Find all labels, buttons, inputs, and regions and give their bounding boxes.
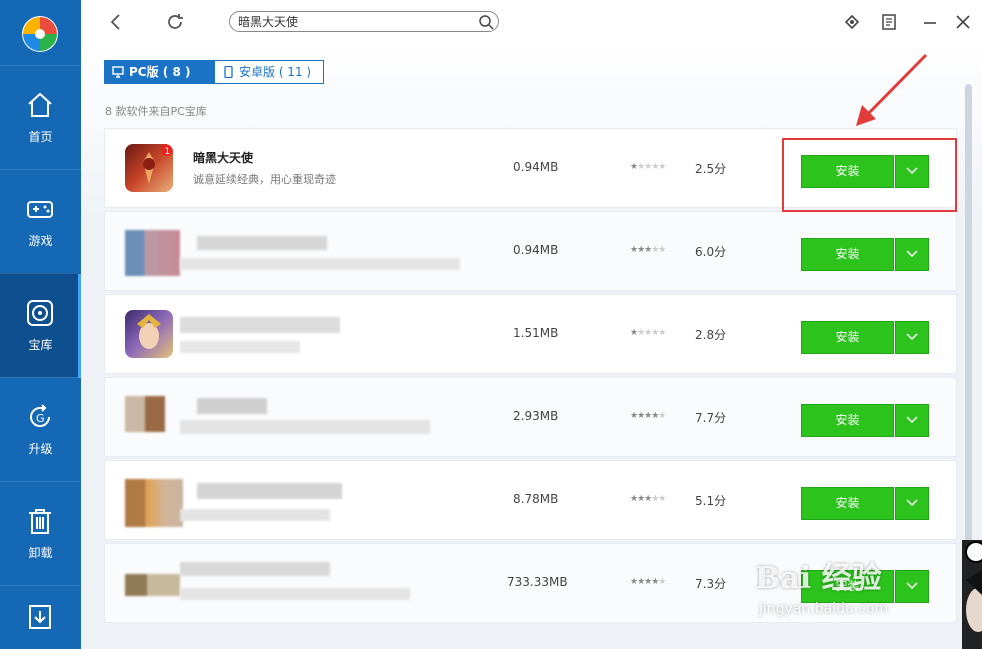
app-name[interactable] <box>197 236 327 250</box>
app-description <box>180 588 410 600</box>
app-name[interactable] <box>197 483 342 499</box>
app-size: 2.93MB <box>513 409 559 423</box>
install-button[interactable]: 安装 <box>801 321 894 354</box>
app-logo[interactable] <box>20 14 60 54</box>
sidebar-item-label: 升级 <box>28 442 53 456</box>
app-size: 8.78MB <box>513 492 559 506</box>
app-row[interactable]: 8.78MB ★★★★★ 5.1分 安装 <box>104 460 957 540</box>
chevron-down-icon <box>906 333 918 341</box>
sidebar-item-uninstall[interactable]: 卸载 <box>0 481 81 585</box>
rating-stars: ★★★★★ <box>630 577 666 587</box>
trash-icon <box>29 509 51 534</box>
disc-icon <box>27 300 53 326</box>
install-options-button[interactable] <box>895 321 929 354</box>
chevron-down-icon <box>906 416 918 424</box>
install-button[interactable]: 安装 <box>801 238 894 271</box>
app-name[interactable] <box>197 398 267 414</box>
upgrade-icon: G <box>30 404 50 427</box>
rating-stars: ★★★★★ <box>630 494 666 504</box>
rating-stars: ★★★★★ <box>630 162 666 172</box>
sidebar-item-label: 卸载 <box>28 546 53 560</box>
watermark-url: jingyan.baidu.com <box>759 601 889 617</box>
app-description <box>180 420 430 434</box>
app-size: 0.94MB <box>513 160 559 174</box>
app-icon[interactable] <box>125 230 180 276</box>
app-size: 1.51MB <box>513 326 559 340</box>
sidebar-item-upgrade[interactable]: G 升级 <box>0 377 81 481</box>
home-icon <box>28 92 52 117</box>
app-score: 5.1分 <box>695 494 727 508</box>
install-options-button[interactable] <box>895 238 929 271</box>
app-score: 2.5分 <box>695 162 727 176</box>
app-icon[interactable] <box>125 310 173 358</box>
install-options-button[interactable] <box>895 487 929 520</box>
app-name[interactable]: 暗黑大天使 <box>193 149 253 166</box>
app-row[interactable]: 0.94MB ★★★★★ 6.0分 安装 <box>104 211 957 291</box>
avatar <box>962 540 982 649</box>
top-bar <box>81 0 982 44</box>
app-size: 733.33MB <box>507 575 568 589</box>
install-options-button[interactable] <box>895 404 929 437</box>
app-row[interactable]: 1.51MB ★★★★★ 2.8分 安装 <box>104 294 957 374</box>
install-button[interactable]: 安装 <box>801 404 894 437</box>
app-icon[interactable]: 1 <box>125 144 173 192</box>
hero-icon <box>137 314 161 349</box>
app-icon[interactable] <box>125 574 180 596</box>
sidebar-item-treasury[interactable]: 宝库 <box>0 273 81 378</box>
sidebar-item-label: 宝库 <box>28 338 53 352</box>
gamepad-icon <box>27 201 53 218</box>
search-input[interactable] <box>238 14 473 29</box>
app-size: 0.94MB <box>513 243 559 257</box>
refresh-icon[interactable] <box>164 11 186 33</box>
chevron-down-icon <box>906 250 918 258</box>
app-description: 诚意延续经典，用心重现奇迹 <box>193 173 336 186</box>
app-description <box>180 509 330 521</box>
sidebar-item-label: 首页 <box>28 130 53 144</box>
monitor-icon <box>112 66 124 78</box>
app-icon[interactable] <box>125 396 165 432</box>
back-icon[interactable] <box>105 11 127 33</box>
watermark-brand: Bai 经验 <box>755 561 882 596</box>
close-icon[interactable] <box>952 11 974 33</box>
phone-icon <box>224 66 233 78</box>
app-description <box>180 341 300 353</box>
svg-text:G: G <box>36 412 45 425</box>
rating-stars: ★★★★★ <box>630 328 666 338</box>
skin-icon[interactable] <box>841 11 863 33</box>
sidebar-item-games[interactable]: 游戏 <box>0 169 81 273</box>
sidebar-item-home[interactable]: 首页 <box>0 65 81 169</box>
tab-android[interactable]: 安卓版 ( 11 ) <box>214 60 324 84</box>
install-button[interactable]: 安装 <box>801 487 894 520</box>
result-count: 8 款软件来自PC宝库 <box>105 105 207 118</box>
search-box[interactable] <box>229 11 499 32</box>
sidebar-item-label: 游戏 <box>28 234 53 248</box>
app-row[interactable]: 2.93MB ★★★★★ 7.7分 安装 <box>104 377 957 457</box>
chevron-down-icon <box>906 499 918 507</box>
tab-label: 安卓版 ( 11 ) <box>239 65 312 79</box>
warrior-icon: 1 <box>143 144 173 184</box>
notification-badge: 1 <box>165 147 171 157</box>
app-score: 6.0分 <box>695 245 727 259</box>
rating-stars: ★★★★★ <box>630 245 666 255</box>
highlight-box <box>782 138 957 212</box>
minimize-icon[interactable] <box>919 11 941 33</box>
tab-pc[interactable]: PC版 ( 8 ) <box>104 60 215 84</box>
app-icon[interactable] <box>125 479 183 527</box>
app-name[interactable] <box>180 317 340 333</box>
menu-icon[interactable] <box>878 11 900 33</box>
watermark: Bai 经验 jingyan.baidu.com <box>745 553 935 623</box>
tab-label: PC版 ( 8 ) <box>129 65 191 79</box>
search-icon[interactable] <box>478 14 494 30</box>
app-score: 2.8分 <box>695 328 727 342</box>
app-score: 7.3分 <box>695 577 727 591</box>
arrow-annotation <box>856 53 928 126</box>
sidebar-item-download[interactable] <box>0 585 81 649</box>
app-name[interactable] <box>180 562 330 576</box>
rating-stars: ★★★★★ <box>630 411 666 421</box>
scrollbar[interactable] <box>965 84 972 554</box>
sidebar: 首页 游戏 宝库 G 升级 卸载 <box>0 0 81 649</box>
app-description <box>180 258 460 270</box>
app-score: 7.7分 <box>695 411 727 425</box>
download-icon <box>29 605 51 629</box>
